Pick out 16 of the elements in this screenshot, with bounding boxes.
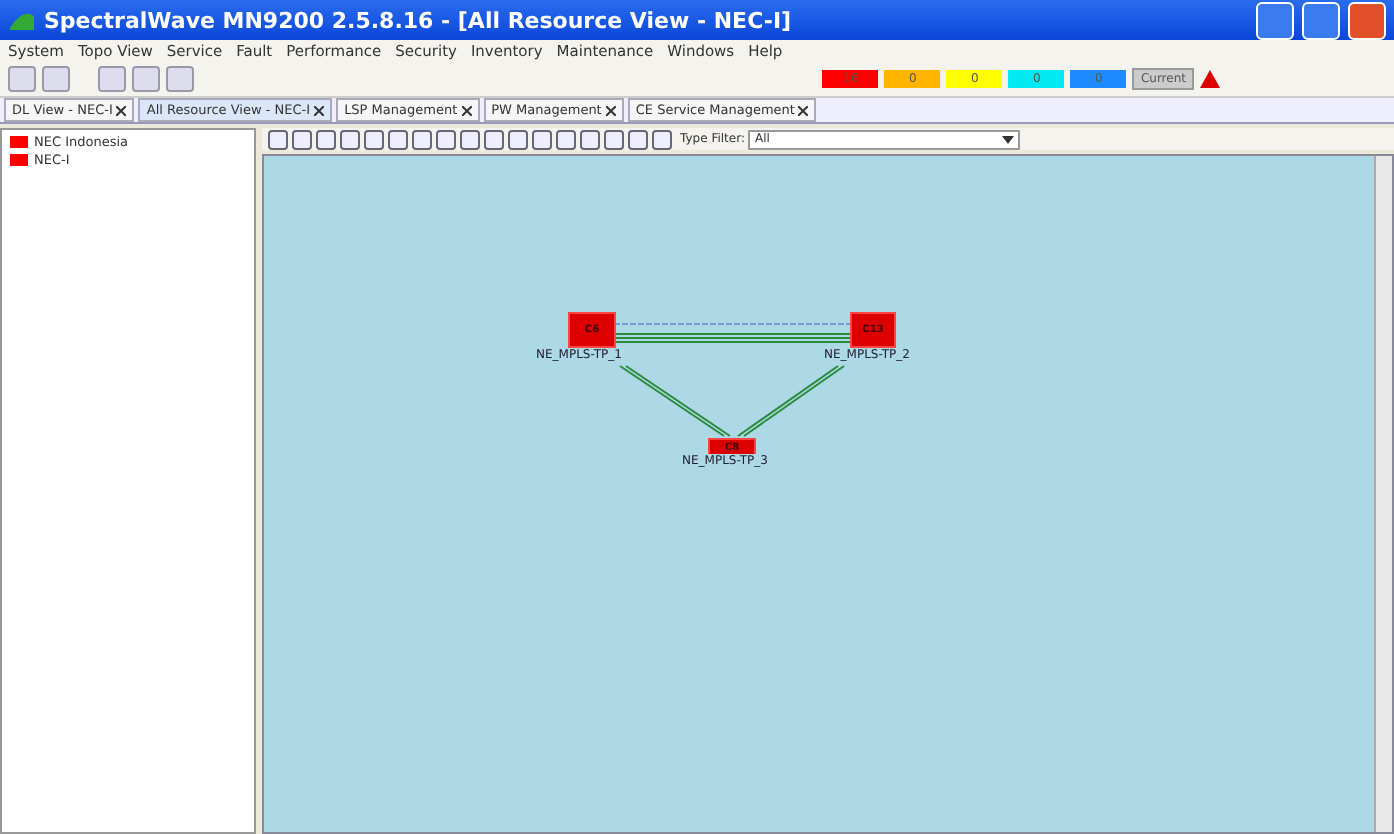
- scroll-bar[interactable]: [1374, 156, 1392, 832]
- close-tab-icon[interactable]: [314, 105, 325, 115]
- close-tab-icon[interactable]: [605, 105, 616, 115]
- close-button[interactable]: [1348, 1, 1386, 39]
- minimize-button[interactable]: [1256, 1, 1294, 39]
- app-logo-icon: [8, 8, 36, 32]
- maximize-button[interactable]: [1302, 1, 1340, 39]
- close-tab-icon[interactable]: [461, 105, 472, 115]
- close-tab-icon[interactable]: [798, 105, 809, 115]
- warning-icon: [1200, 70, 1220, 88]
- link-line[interactable]: [737, 365, 845, 437]
- close-tab-icon[interactable]: [116, 105, 127, 115]
- link-line[interactable]: [619, 365, 731, 437]
- window-title: SpectralWave MN9200 2.5.8.16 - [All Resource View - NEC-I]: [44, 7, 794, 33]
- link-line[interactable]: [613, 323, 851, 343]
- dropdown-arrow-icon: [1002, 135, 1015, 143]
